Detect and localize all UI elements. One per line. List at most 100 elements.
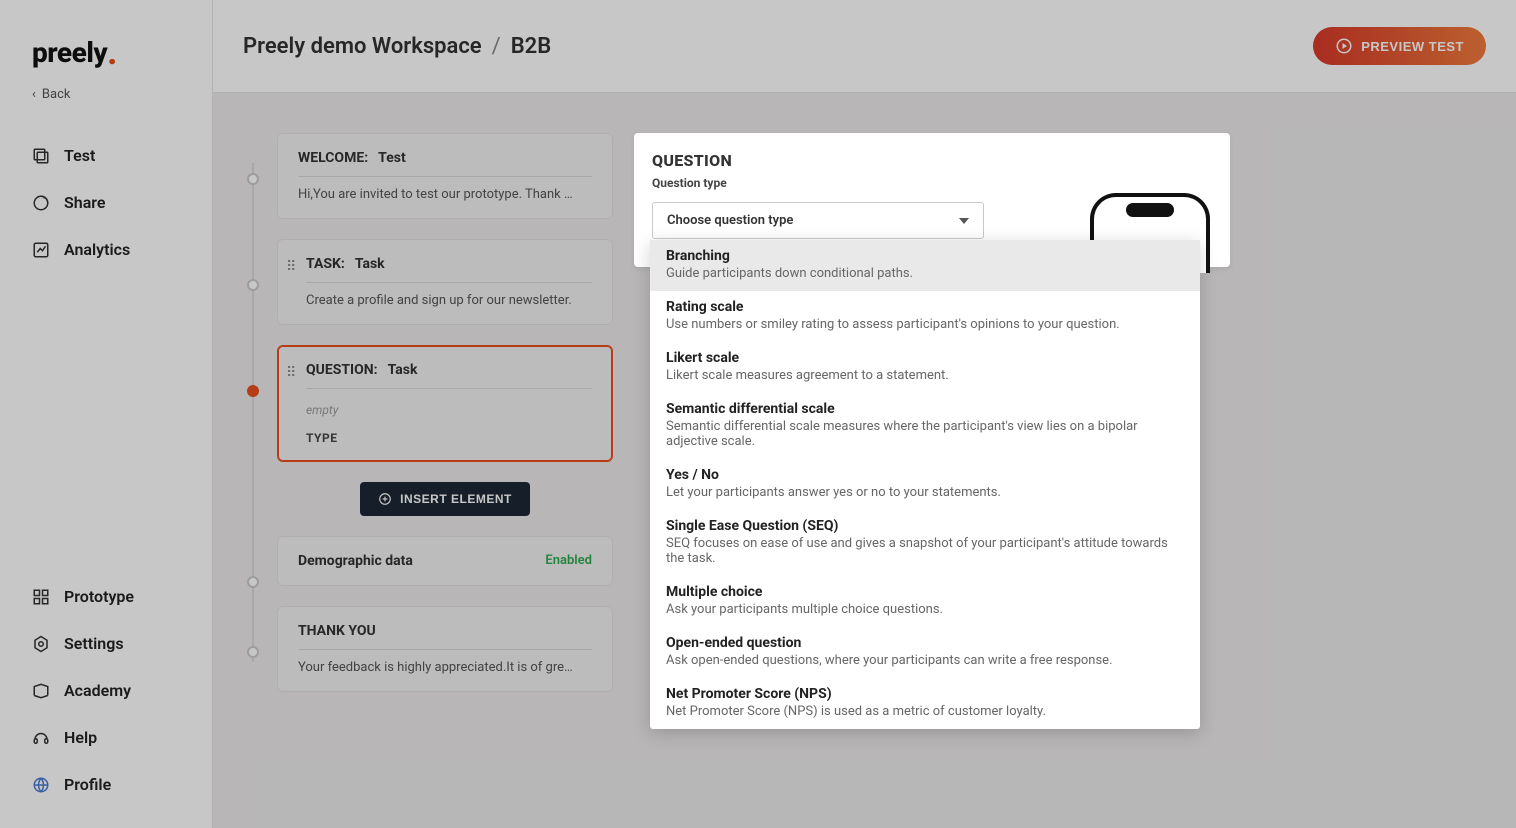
step-task[interactable]: ⠿ TASK: Task Create a profile and sign u… [277,239,613,325]
sidebar-item-test[interactable]: Test [0,132,212,179]
sidebar: preely. ‹ Back Test Share Analytics Prot… [0,0,213,828]
preview-test-button[interactable]: PREVIEW TEST [1313,27,1486,65]
card-title: Task [388,362,418,378]
dropdown-option-desc: Semantic differential scale measures whe… [666,419,1184,449]
step-thankyou[interactable]: THANK YOU Your feedback is highly apprec… [277,606,613,692]
breadcrumb: Preely demo Workspace / B2B [243,34,551,59]
sidebar-item-label: Share [64,193,106,212]
card-label: THANK YOU [298,623,376,639]
dropdown-option[interactable]: Net Promoter Score (NPS) Net Promoter Sco… [650,678,1200,729]
dropdown-option-title: Semantic differential scale [666,401,1184,417]
breadcrumb-workspace[interactable]: Preely demo Workspace [243,34,482,59]
dropdown-option-title: Net Promoter Score (NPS) [666,686,1184,702]
header: Preely demo Workspace / B2B PREVIEW TEST [213,0,1516,93]
dropdown-option[interactable]: Semantic differential scale Semantic diff… [650,393,1200,459]
sidebar-item-analytics[interactable]: Analytics [0,226,212,273]
step-dot [247,173,259,185]
play-circle-icon [1335,37,1353,55]
nav-top: Test Share Analytics [0,122,212,283]
question-type-dropdown: Branching Guide participants down conditi… [650,240,1200,729]
plus-circle-icon [378,492,392,506]
drag-handle-icon[interactable]: ⠿ [286,259,296,275]
panel-title: QUESTION [652,151,1212,176]
dropdown-option-desc: Use numbers or smiley rating to assess p… [666,317,1184,332]
sidebar-item-label: Analytics [64,240,130,259]
share-icon [32,194,50,212]
card-label: Demographic data [298,553,413,569]
sidebar-item-label: Test [64,146,95,165]
step-dot [247,385,259,397]
sidebar-item-academy[interactable]: Academy [0,667,212,714]
sidebar-item-label: Help [64,728,97,747]
sidebar-item-prototype[interactable]: Prototype [0,573,212,620]
sidebar-item-settings[interactable]: Settings [0,620,212,667]
dropdown-option-desc: Ask open-ended questions, where your par… [666,653,1184,668]
logo[interactable]: preely. [32,36,117,69]
select-placeholder: Choose question type [667,213,793,228]
dropdown-option-desc: SEQ focuses on ease of use and gives a s… [666,536,1184,566]
settings-icon [32,635,50,653]
card-desc: Your feedback is highly appreciated.It i… [298,660,592,675]
dropdown-option[interactable]: Likert scale Likert scale measures agreem… [650,342,1200,393]
dropdown-option[interactable]: Rating scale Use numbers or smiley rating… [650,291,1200,342]
status-badge: Enabled [545,553,592,568]
card-title: Test [378,150,406,166]
test-icon [32,147,50,165]
prototype-icon [32,588,50,606]
dropdown-option[interactable]: Multiple choice Ask your participants mul… [650,576,1200,627]
dropdown-option-title: Open-ended question [666,635,1184,651]
timeline: WELCOME: Test Hi,You are invited to test… [243,133,613,692]
dropdown-option-desc: Likert scale measures agreement to a sta… [666,368,1184,383]
logo-dot-icon: . [107,33,117,73]
dropdown-option-title: Multiple choice [666,584,1184,600]
nav-bottom: Prototype Settings Academy Help Profile [0,563,212,818]
dropdown-option-desc: Guide participants down conditional path… [666,266,1184,281]
step-welcome[interactable]: WELCOME: Test Hi,You are invited to test… [277,133,613,219]
insert-label: INSERT ELEMENT [400,492,512,506]
step-question[interactable]: ⠿ QUESTION: Task empty TYPE [277,345,613,462]
breadcrumb-separator: / [492,34,501,59]
sidebar-item-label: Profile [64,775,111,794]
dropdown-option-title: Likert scale [666,350,1184,366]
dropdown-option-desc: Ask your participants multiple choice qu… [666,602,1184,617]
sidebar-item-label: Prototype [64,587,134,606]
dropdown-option[interactable]: Single Ease Question (SEQ) SEQ focuses on… [650,510,1200,576]
dropdown-option-title: Rating scale [666,299,1184,315]
card-label: TASK: [306,256,345,272]
caret-down-icon [959,218,969,224]
back-link[interactable]: ‹ Back [0,77,212,122]
dropdown-option-desc: Let your participants answer yes or no t… [666,485,1184,500]
card-title: Task [355,256,385,272]
card-type: TYPE [306,427,592,445]
card-label: QUESTION: [306,362,378,378]
sidebar-item-profile[interactable]: Profile [0,761,212,808]
sidebar-item-share[interactable]: Share [0,179,212,226]
insert-element-button[interactable]: INSERT ELEMENT [360,482,530,516]
step-demographic[interactable]: Demographic data Enabled [277,536,613,586]
help-icon [32,729,50,747]
card-desc: Create a profile and sign up for our new… [306,293,592,308]
dropdown-option[interactable]: Yes / NoLet your participants answer yes… [650,459,1200,510]
breadcrumb-project[interactable]: B2B [511,34,552,59]
drag-handle-icon[interactable]: ⠿ [286,365,296,381]
dropdown-option[interactable]: Open-ended question Ask open-ended questi… [650,627,1200,678]
analytics-icon [32,241,50,259]
question-type-select[interactable]: Choose question type [652,202,984,239]
phone-notch-icon [1126,203,1174,217]
dropdown-option-desc: Net Promoter Score (NPS) is used as a me… [666,704,1184,719]
chevron-left-icon: ‹ [32,87,36,102]
step-dot [247,279,259,291]
back-label: Back [42,87,71,102]
insert-row: INSERT ELEMENT [277,482,613,516]
profile-icon [32,776,50,794]
sidebar-item-help[interactable]: Help [0,714,212,761]
card-desc: Hi,You are invited to test our prototype… [298,187,592,202]
dropdown-option[interactable]: Branching Guide participants down conditi… [650,240,1200,291]
card-label: WELCOME: [298,150,368,166]
preview-label: PREVIEW TEST [1361,39,1464,54]
dropdown-option-title: Branching [666,248,1184,264]
sidebar-item-label: Settings [64,634,124,653]
sidebar-item-label: Academy [64,681,131,700]
step-dot [247,646,259,658]
dropdown-option-title: Single Ease Question (SEQ) [666,518,1184,534]
